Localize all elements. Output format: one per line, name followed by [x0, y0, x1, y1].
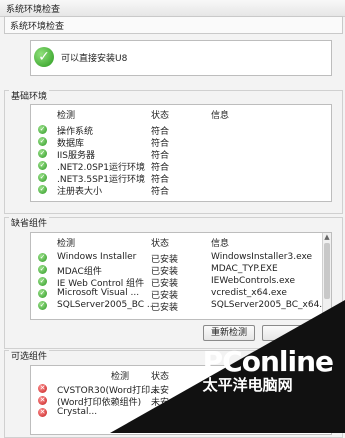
row-info: vcredist_x64.exe	[211, 288, 287, 298]
header-check: 检测	[111, 372, 130, 382]
row-status: 未安	[151, 410, 170, 420]
check-icon: ✓	[38, 137, 47, 146]
table-row[interactable]: ✓ IE Web Control 组件 已安装 IEWebControls.exe	[31, 275, 331, 289]
recheck-button[interactable]: 重新检测	[203, 325, 255, 341]
window-title: 系统环境检查	[6, 5, 61, 15]
check-icon: ✓	[38, 161, 47, 170]
check-icon: ✓	[38, 277, 47, 286]
header-check: 检测	[57, 111, 76, 121]
scrollbar-thumb[interactable]	[324, 243, 330, 299]
window-titlebar: 系统环境检查	[0, 0, 345, 17]
table-row[interactable]: ✓ MDAC组件 已安装 MDAC_TYP.EXE	[31, 263, 331, 277]
row-info: MDAC_TYP.EXE	[211, 264, 278, 274]
table-row[interactable]: ✕ (Word打印依赖组件) 未安	[31, 394, 331, 408]
row-status: 符合	[151, 187, 170, 197]
header-check: 检测	[57, 239, 76, 249]
row-info: WindowsInstaller3.exe	[211, 252, 313, 262]
optional-components-caption: 可选组件	[9, 349, 50, 362]
row-status: 已安装	[151, 303, 179, 313]
check-icon: ✓	[38, 253, 47, 262]
pconline-logo: PConline 太平洋电脑网	[203, 345, 334, 395]
row-name: Windows Installer	[57, 252, 137, 262]
row-name: SQLServer2005_BC ...	[57, 300, 156, 310]
check-icon: ✓	[38, 289, 47, 298]
table-header: 检测 状态 信息	[31, 233, 331, 249]
check-icon: ✓	[38, 265, 47, 274]
row-name: Microsoft Visual ...	[57, 288, 140, 298]
table-row[interactable]: ✓ SQLServer2005_BC ... 已安装 SQLServer2005_BC…	[31, 299, 331, 313]
header-status: 状态	[151, 239, 170, 249]
result-text: 可以直接安装U8	[61, 54, 128, 64]
check-icon: ✓	[38, 185, 47, 194]
table-row[interactable]: ✓ IIS服务器 符合	[31, 147, 331, 161]
row-name: Crystal...	[57, 407, 98, 417]
row-info: IEWebControls.exe	[211, 276, 296, 286]
basic-env-caption: 基础环境	[9, 89, 50, 102]
panel-title-bar: 系统环境检查	[4, 16, 343, 34]
table-row[interactable]: ✓ 数据库 符合	[31, 135, 331, 149]
default-components-caption: 缺省组件	[9, 216, 50, 229]
basic-env-table[interactable]: 检测 状态 信息 ✓ 操作系统 符合 ✓ 数据库 符合 ✓ IIS服务器 符合 ✓ .NET2…	[30, 104, 332, 202]
result-box: ✓ 可以直接安装U8	[30, 40, 332, 76]
check-icon: ✓	[38, 149, 47, 158]
scroll-down-icon[interactable]: ▼	[323, 311, 331, 319]
row-name: 注册表大小	[57, 187, 103, 197]
check-icon: ✓	[38, 173, 47, 182]
table-header: 检测 状态 信息	[31, 105, 331, 121]
table-row[interactable]: ✕ Crystal... 未安	[31, 406, 331, 420]
check-icon: ✓	[38, 125, 47, 134]
table-row[interactable]: ✓ 操作系统 符合	[31, 123, 331, 137]
table-row[interactable]: ✓ 注册表大小 符合	[31, 183, 331, 197]
table-row[interactable]: ✓ Microsoft Visual ... 已安装 vcredist_x64.exe	[31, 287, 331, 301]
vertical-scrollbar[interactable]: ▲ ▼	[322, 233, 331, 319]
header-info: 信息	[211, 111, 230, 121]
error-icon: ✕	[38, 396, 47, 405]
error-icon: ✕	[38, 384, 47, 393]
table-row[interactable]: ✓ .NET2.0SP1运行环境 符合	[31, 159, 331, 173]
header-status: 状态	[151, 111, 170, 121]
error-icon: ✕	[38, 408, 47, 417]
success-check-icon: ✓	[34, 47, 54, 67]
check-icon: ✓	[38, 301, 47, 310]
header-status: 状态	[151, 372, 170, 382]
row-info: SQLServer2005_BC_x64...	[211, 300, 328, 310]
table-row[interactable]: ✓ .NET3.5SP1运行环境 符合	[31, 171, 331, 185]
scroll-up-icon[interactable]: ▲	[323, 233, 331, 241]
panel-title: 系统环境检查	[10, 22, 65, 32]
secondary-button[interactable]	[262, 325, 314, 341]
default-components-table[interactable]: 检测 状态 信息 ✓ Windows Installer 已安装 WindowsIns…	[30, 232, 332, 320]
header-info: 信息	[211, 239, 230, 249]
table-row[interactable]: ✓ Windows Installer 已安装 WindowsInstaller3.e…	[31, 251, 331, 265]
